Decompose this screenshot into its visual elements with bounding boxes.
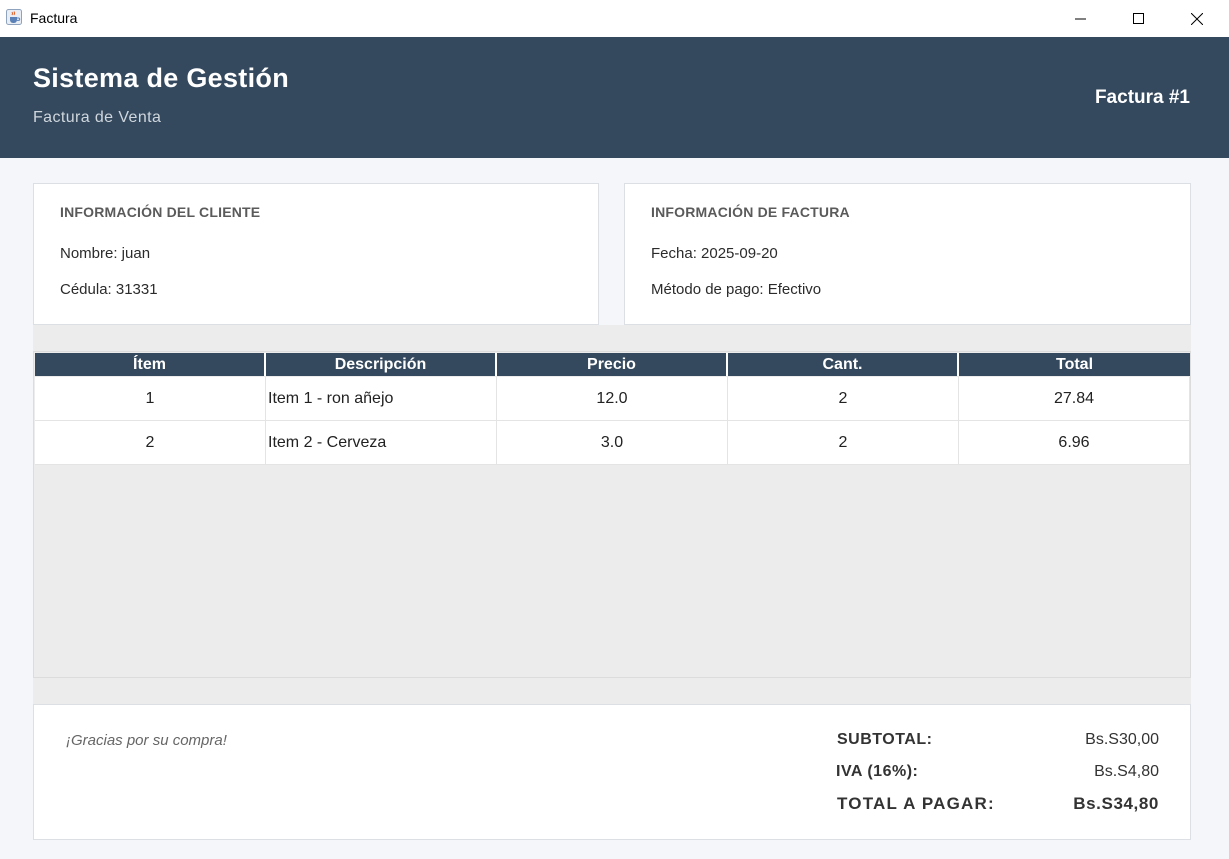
column-header-quantity[interactable]: Cant. [728, 353, 959, 376]
cell-price: 12.0 [497, 377, 728, 420]
cell-item: 1 [35, 377, 266, 420]
total-value: Bs.S34,80 [1073, 794, 1159, 813]
client-info-title: INFORMACIÓN DEL CLIENTE [60, 204, 261, 220]
column-header-total[interactable]: Total [959, 353, 1190, 376]
invoice-info-title: INFORMACIÓN DE FACTURA [651, 204, 850, 220]
minimize-icon [1075, 13, 1087, 25]
items-table[interactable]: Ítem Descripción Precio Cant. Total 1 It… [33, 351, 1191, 678]
invoice-number: Factura #1 [1094, 87, 1190, 108]
total-label: TOTAL A PAGAR: [837, 794, 995, 813]
thanks-message: ¡Gracias por su compra! [66, 732, 227, 749]
maximize-icon [1133, 12, 1145, 25]
invoice-header: Sistema de Gestión Factura de Venta Fact… [0, 37, 1229, 158]
totals-footer: ¡Gracias por su compra! SUBTOTAL: Bs.S30… [33, 704, 1191, 840]
window-title: Factura [30, 10, 78, 26]
title-bar: Factura [0, 0, 1229, 37]
subtotal-label: SUBTOTAL: [837, 731, 933, 748]
column-header-price[interactable]: Precio [497, 353, 728, 376]
table-row[interactable]: 2 Item 2 - Cerveza 3.0 2 6.96 [35, 421, 1190, 465]
table-row[interactable]: 1 Item 1 - ron añejo 12.0 2 27.84 [35, 377, 1190, 421]
invoice-info-panel: INFORMACIÓN DE FACTURA Fecha: 2025-09-20… [624, 183, 1191, 325]
client-info-panel: INFORMACIÓN DEL CLIENTE Nombre: juan Céd… [33, 183, 599, 325]
cell-total: 6.96 [959, 421, 1190, 464]
iva-label: IVA (16%): [836, 763, 919, 780]
cell-item: 2 [35, 421, 266, 464]
cell-quantity: 2 [728, 377, 959, 420]
invoice-date: Fecha: 2025-09-20 [651, 245, 778, 262]
cell-quantity: 2 [728, 421, 959, 464]
minimize-button[interactable] [1052, 0, 1110, 37]
close-button[interactable] [1168, 0, 1226, 37]
table-header: Ítem Descripción Precio Cant. Total [35, 353, 1190, 376]
client-id: Cédula: 31331 [60, 281, 158, 298]
header-subtitle: Factura de Venta [33, 109, 162, 126]
close-icon [1191, 12, 1203, 25]
maximize-button[interactable] [1110, 0, 1168, 37]
iva-value: Bs.S4,80 [1094, 763, 1159, 780]
items-table-area: Ítem Descripción Precio Cant. Total 1 It… [33, 325, 1191, 704]
column-header-item[interactable]: Ítem [35, 353, 266, 376]
client-name: Nombre: juan [60, 245, 151, 262]
payment-method: Método de pago: Efectivo [651, 281, 822, 298]
brand-title: Sistema de Gestión [33, 63, 289, 93]
subtotal-value: Bs.S30,00 [1085, 731, 1159, 748]
column-header-description[interactable]: Descripción [266, 353, 497, 376]
java-cup-icon [6, 9, 22, 25]
cell-total: 27.84 [959, 377, 1190, 420]
cell-price: 3.0 [497, 421, 728, 464]
cell-description: Item 2 - Cerveza [266, 421, 497, 464]
cell-description: Item 1 - ron añejo [266, 377, 497, 420]
